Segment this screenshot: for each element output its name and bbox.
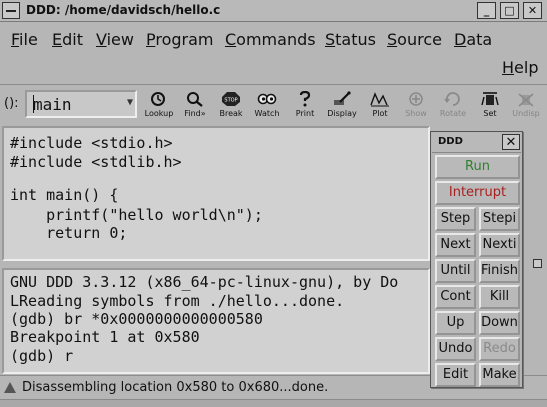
menu-view[interactable]: View: [96, 30, 134, 49]
argument-value: main: [33, 95, 72, 114]
print-button[interactable]: Print: [286, 87, 324, 123]
print-icon: [299, 91, 311, 107]
argument-field[interactable]: main ▼: [25, 90, 137, 118]
menu-file[interactable]: File: [11, 30, 38, 49]
svg-text:STOP: STOP: [224, 98, 237, 104]
make-button[interactable]: Make: [479, 363, 520, 387]
until-button[interactable]: Until: [435, 259, 476, 283]
redo-button[interactable]: Redo: [479, 337, 520, 361]
stepi-button[interactable]: Stepi: [479, 207, 520, 231]
source-line: printf("hello world\n");: [10, 206, 263, 224]
find-icon: [187, 92, 203, 107]
watch-button[interactable]: Watch: [248, 87, 286, 123]
undisp-icon: [518, 93, 534, 107]
show-icon: [409, 92, 423, 106]
down-button[interactable]: Down: [479, 311, 520, 335]
maximize-button[interactable]: □: [500, 2, 519, 19]
find-button[interactable]: Find»: [176, 87, 214, 123]
next-button[interactable]: Next: [435, 233, 476, 257]
lookup-icon: [151, 92, 165, 106]
rotate-icon: [444, 92, 460, 106]
command-tool-close-button[interactable]: ✕: [502, 134, 520, 150]
bottom-edge: [0, 399, 547, 407]
menu-source[interactable]: Source: [387, 30, 442, 49]
source-window[interactable]: #include <stdio.h> #include <stdlib.h> i…: [2, 126, 430, 261]
kill-button[interactable]: Kill: [479, 285, 520, 309]
menu-program[interactable]: Program: [146, 30, 214, 49]
command-tool-title: DDD: [438, 136, 463, 147]
status-history-icon[interactable]: [4, 382, 16, 393]
source-line: int main() {: [10, 186, 119, 204]
run-button[interactable]: Run: [435, 155, 520, 179]
source-line: return 0;: [10, 224, 128, 242]
set-button[interactable]: Set: [471, 87, 509, 123]
show-button[interactable]: Show: [397, 87, 435, 123]
source-line: #include <stdlib.h>: [10, 153, 182, 171]
source-line: #include <stdio.h>: [10, 134, 173, 152]
text-cursor: [33, 95, 34, 113]
display-button[interactable]: Display: [323, 87, 361, 123]
cont-button[interactable]: Cont: [435, 285, 476, 309]
menu-edit[interactable]: Edit: [52, 30, 83, 49]
argument-label: ():: [4, 96, 19, 111]
plot-button[interactable]: Plot: [361, 87, 399, 123]
tool-bar: (): main ▼ Lookup Find» STOP Break Watch…: [0, 84, 547, 124]
close-button[interactable]: ✕: [523, 2, 542, 19]
minimize-button[interactable]: _: [477, 2, 496, 19]
console-line: (gdb) r: [10, 347, 74, 365]
undisp-button[interactable]: Undisp: [507, 87, 545, 123]
console-line: Breakpoint 1 at 0x580: [10, 328, 200, 346]
break-button[interactable]: STOP Break: [212, 87, 250, 123]
menu-help[interactable]: Help: [502, 58, 538, 77]
plot-icon: [370, 92, 389, 107]
console-line: (gdb) br *0x0000000000000580: [10, 310, 263, 328]
menu-status[interactable]: Status: [325, 30, 376, 49]
window-menu-icon[interactable]: [2, 2, 20, 19]
menu-data[interactable]: Data: [454, 30, 492, 49]
console-line: LReading symbols from ./hello...done.: [10, 292, 345, 310]
display-icon: [334, 91, 351, 105]
nexti-button[interactable]: Nexti: [479, 233, 520, 257]
watch-icon: [257, 93, 277, 105]
stop-icon: STOP: [222, 92, 240, 106]
lookup-button[interactable]: Lookup: [140, 87, 178, 123]
finish-button[interactable]: Finish: [479, 259, 520, 283]
rotate-button[interactable]: Rotate: [434, 87, 472, 123]
pane-resize-handle[interactable]: [533, 259, 542, 268]
menu-bar: File Edit View Program Commands Status S…: [0, 22, 547, 82]
status-message: Disassembling location 0x580 to 0x680...…: [22, 380, 329, 395]
undo-button[interactable]: Undo: [435, 337, 476, 361]
chevron-down-icon[interactable]: ▼: [127, 97, 133, 108]
command-tool: DDD ✕ Run Interrupt Step Stepi Next Next…: [430, 131, 523, 388]
console-line: GNU DDD 3.3.12 (x86_64-pc-linux-gnu), by…: [10, 273, 399, 291]
debugger-console[interactable]: GNU DDD 3.3.12 (x86_64-pc-linux-gnu), by…: [2, 268, 430, 374]
set-icon: [481, 92, 499, 106]
menu-commands[interactable]: Commands: [225, 30, 316, 49]
edit-button[interactable]: Edit: [435, 363, 476, 387]
step-button[interactable]: Step: [435, 207, 476, 231]
window-title: DDD: /home/davidsch/hello.c: [26, 3, 221, 17]
window-title-bar[interactable]: DDD: /home/davidsch/hello.c _ □ ✕: [0, 0, 547, 22]
interrupt-button[interactable]: Interrupt: [435, 181, 520, 205]
up-button[interactable]: Up: [435, 311, 476, 335]
